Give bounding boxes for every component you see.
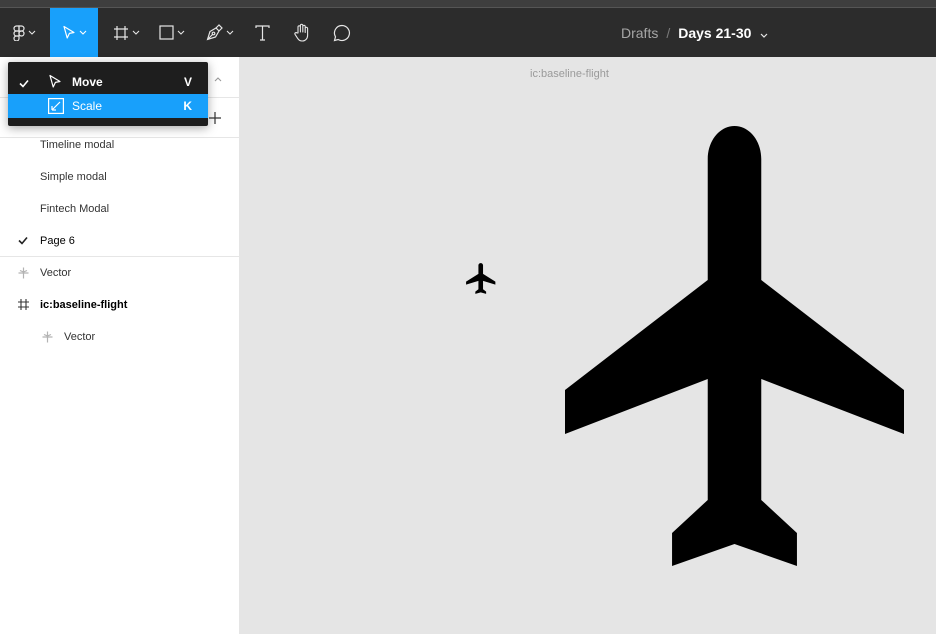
layer-item-label: Vector <box>64 331 96 343</box>
breadcrumb-separator: / <box>666 24 671 41</box>
chevron-down-icon <box>177 30 185 35</box>
canvas[interactable]: ic:baseline-flight <box>241 57 936 634</box>
chevron-down-icon[interactable] <box>760 25 768 41</box>
page-item-label: Timeline modal <box>40 139 115 151</box>
page-item-label: Page 6 <box>40 235 75 247</box>
hand-tool-icon <box>293 23 311 42</box>
shortcut-key: K <box>183 99 192 113</box>
page-item-label: Fintech Modal <box>40 203 110 215</box>
chevron-down-icon <box>132 30 140 35</box>
rectangle-tool-icon <box>159 25 174 40</box>
chevron-down-icon <box>79 30 87 35</box>
layer-item-label: ic:baseline-flight <box>40 299 128 311</box>
menu-item-move[interactable]: Move V <box>8 70 208 94</box>
pen-tool-icon <box>206 24 223 41</box>
text-tool-button[interactable] <box>247 8 277 57</box>
left-sidebar: Timeline modal Simple modal Fintech Moda… <box>0 57 240 634</box>
page-item[interactable]: Simple modal <box>0 161 240 193</box>
airplane-icon[interactable] <box>463 260 500 302</box>
checkmark-icon <box>18 236 28 248</box>
layer-item[interactable]: Vector <box>0 257 240 289</box>
layer-item-label: Vector <box>40 267 72 279</box>
chevron-down-icon <box>28 30 36 35</box>
frame-icon <box>18 299 29 313</box>
menu-item-label: Scale <box>72 99 103 113</box>
layer-item[interactable]: Vector <box>0 321 240 353</box>
airplane-vector[interactable] <box>565 126 904 571</box>
main-menu-button[interactable] <box>0 8 48 57</box>
scale-icon <box>48 98 65 117</box>
move-arrow-icon <box>48 74 62 93</box>
window-top-strip <box>0 0 936 8</box>
page-item-label: Simple modal <box>40 171 107 183</box>
checkmark-icon <box>19 77 29 91</box>
menu-item-label: Move <box>72 75 103 89</box>
hand-tool-button[interactable] <box>286 8 318 57</box>
toolbar: Drafts / Days 21-30 <box>0 8 936 57</box>
move-tool-icon <box>62 25 76 41</box>
comment-tool-button[interactable] <box>326 8 358 57</box>
layer-item[interactable]: ic:baseline-flight <box>0 289 240 321</box>
shortcut-key: V <box>183 75 192 89</box>
page-item[interactable]: Timeline modal <box>0 129 240 161</box>
page-item-current[interactable]: Page 6 <box>0 225 240 257</box>
file-name[interactable]: Days 21-30 <box>678 25 751 41</box>
frame-tool-button[interactable] <box>106 8 146 57</box>
frame-tool-icon <box>113 25 129 41</box>
move-tool-dropdown-menu: Move V Scale K <box>8 62 208 126</box>
text-tool-icon <box>254 24 270 41</box>
chevron-up-icon[interactable] <box>214 69 222 87</box>
figma-main-menu-icon <box>12 24 25 41</box>
move-tool-button[interactable] <box>50 8 98 57</box>
pen-tool-button[interactable] <box>199 8 241 57</box>
vector-icon <box>18 267 29 282</box>
vector-icon <box>42 331 53 346</box>
comment-tool-icon <box>333 24 351 42</box>
rectangle-tool-button[interactable] <box>152 8 192 57</box>
chevron-down-icon <box>226 30 234 35</box>
breadcrumb: Drafts / Days 21-30 <box>621 8 768 57</box>
frame-label[interactable]: ic:baseline-flight <box>530 68 609 80</box>
breadcrumb-parent[interactable]: Drafts <box>621 25 658 41</box>
menu-item-scale[interactable]: Scale K <box>8 94 208 118</box>
page-item[interactable]: Fintech Modal <box>0 193 240 225</box>
